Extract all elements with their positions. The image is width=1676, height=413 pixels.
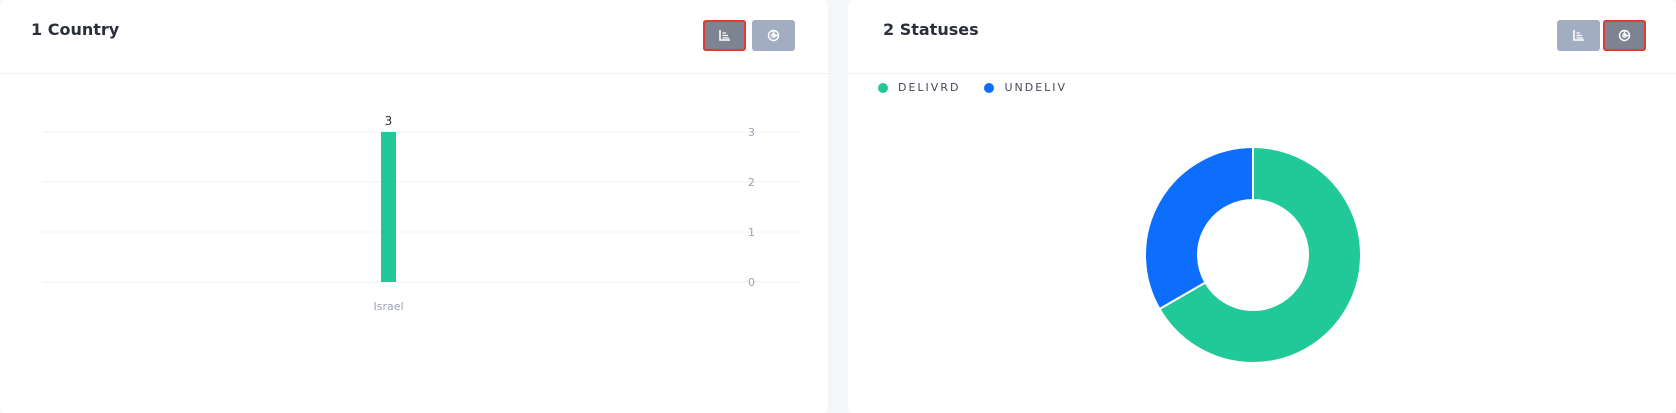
countries-pie-chart-button[interactable] — [752, 20, 795, 51]
dashboard-page: 1 Country 0 1 2 3 3 Israel 2 Statuses DE… — [0, 0, 1676, 413]
legend-label-undelivered: UNDELIV — [1004, 81, 1068, 94]
bar-data-label: 3 — [385, 114, 393, 128]
donut-slice-undeliv[interactable] — [1144, 145, 1254, 311]
statuses-legend: DELIVRD UNDELIV — [878, 81, 1091, 94]
statuses-pie-chart-button[interactable] — [1603, 20, 1646, 51]
statuses-bar-chart-button[interactable] — [1557, 20, 1600, 51]
statuses-donut-chart — [1144, 145, 1362, 364]
bar-chart-icon — [719, 30, 730, 41]
legend-dot-undelivered — [984, 82, 995, 93]
y-tick-label: 3 — [748, 126, 755, 139]
bar-chart-icon — [1573, 30, 1584, 41]
legend-item-undelivered[interactable]: UNDELIV — [984, 81, 1067, 94]
legend-item-delivered[interactable]: DELIVRD — [878, 81, 960, 94]
x-tick-label: Israel — [373, 300, 403, 313]
countries-bar-chart: 0 1 2 3 3 Israel — [42, 114, 800, 313]
countries-card-title: 1 Country — [31, 20, 120, 39]
legend-label-delivered: DELIVRD — [898, 81, 961, 94]
pie-chart-icon — [1618, 29, 1631, 42]
y-tick-label: 1 — [748, 226, 755, 239]
statuses-card: 2 Statuses DELIVRD UNDELIV — [848, 0, 1676, 413]
countries-card: 1 Country 0 1 2 3 3 Israel — [0, 0, 828, 413]
y-tick-label: 2 — [748, 176, 755, 189]
statuses-card-header: 2 Statuses — [848, 0, 1676, 74]
countries-card-header: 1 Country — [0, 0, 828, 74]
bar[interactable] — [381, 132, 396, 282]
statuses-card-title: 2 Statuses — [883, 20, 979, 39]
pie-chart-icon — [767, 29, 780, 42]
legend-dot-delivered — [878, 82, 888, 93]
y-tick-label: 0 — [748, 276, 755, 289]
countries-bar-chart-button[interactable] — [703, 20, 746, 51]
